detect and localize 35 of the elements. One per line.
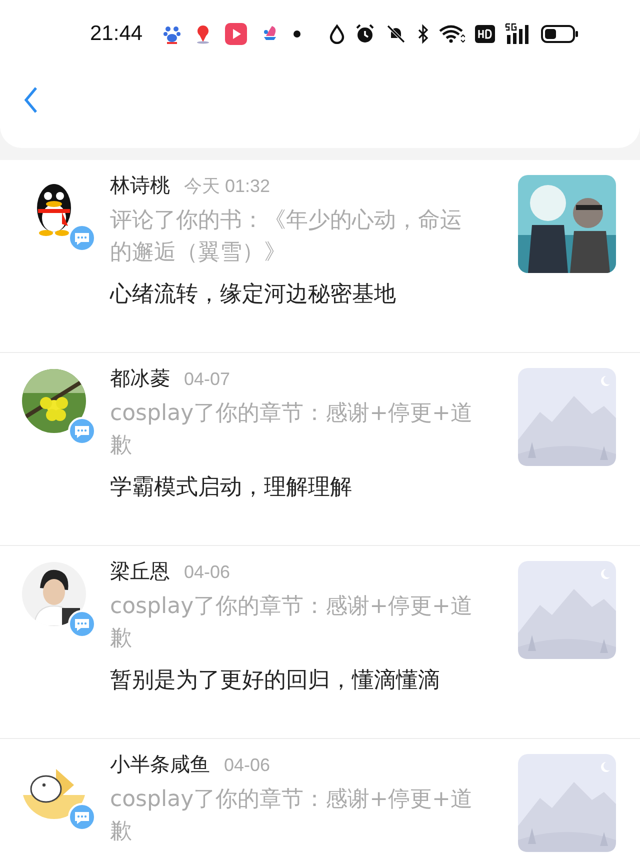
user-name: 林诗桃 [110, 172, 170, 199]
battery-icon [540, 24, 579, 44]
wifi-icon [438, 24, 465, 44]
paw-icon [162, 24, 181, 44]
message-badge-icon [68, 610, 96, 638]
comment-text: 学霸模式启动，理解理解 [110, 474, 353, 502]
comment-text: 心绪流转，缘定河边秘密基地 [110, 281, 397, 309]
user-name: 都冰菱 [110, 365, 170, 392]
activity-text: cosplay了你的章节：感谢+停更+道歉 [110, 400, 474, 460]
notification-item[interactable]: 都冰菱 04-07 cosplay了你的章节：感谢+停更+道歉 学霸模式启动，理解理解 [0, 353, 640, 546]
activity-text: cosplay了你的章节：感谢+停更+道歉 [110, 593, 474, 653]
hd-icon [474, 25, 495, 43]
signal-icon [504, 23, 531, 45]
activity-text: cosplay了你的章节：感谢+停更+道歉 [110, 786, 474, 846]
message-badge-icon [68, 803, 96, 831]
drop-icon [328, 24, 345, 44]
muted-bell-icon [384, 24, 407, 44]
message-badge-icon [68, 224, 96, 252]
alarm-icon [354, 24, 375, 44]
play-icon [224, 23, 247, 45]
timestamp: 04-06 [184, 562, 230, 583]
user-name: 梁丘恩 [110, 558, 170, 585]
activity-text: 评论了你的书：《年少的心动，命运的邂逅（翼雪）》 [110, 207, 463, 267]
notification-item[interactable]: 梁丘恩 04-06 cosplay了你的章节：感谢+停更+道歉 暂别是为了更好的回归，懂滴懂滴 [0, 546, 640, 739]
status-time: 21:44 [90, 22, 143, 46]
notification-item[interactable]: 小半条咸鱼 04-06 cosplay了你的章节：感谢+停更+道歉 [0, 739, 640, 853]
notification-item[interactable]: 林诗桃 今天 01:32 评论了你的书：《年少的心动，命运的邂逅（翼雪）》 心绪流转，缘定河边秘密基地 [0, 160, 640, 353]
message-badge-icon [68, 417, 96, 445]
timestamp: 04-07 [184, 369, 230, 390]
dot-icon [292, 30, 301, 38]
user-name: 小半条咸鱼 [110, 751, 210, 778]
timestamp: 今天 01:32 [184, 175, 270, 198]
timestamp: 04-06 [224, 755, 270, 776]
bluetooth-icon [416, 24, 429, 44]
comment-text: 暂别是为了更好的回归，懂滴懂滴 [110, 667, 441, 695]
